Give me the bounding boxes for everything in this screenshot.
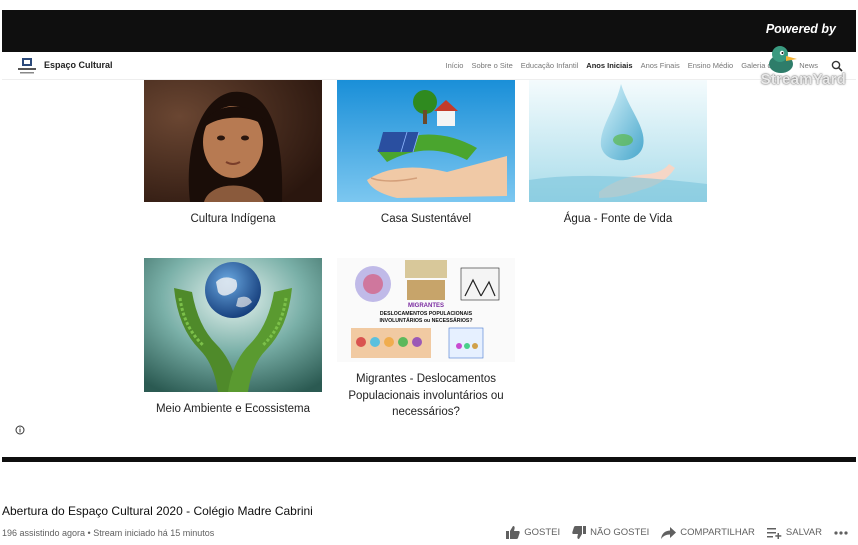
card-image[interactable] xyxy=(144,258,322,392)
nav-anos-iniciais[interactable]: Anos Iniciais xyxy=(586,61,632,70)
info-icon[interactable] xyxy=(15,425,25,435)
water-drop-hand-icon xyxy=(529,80,707,202)
site-nav-links: Início Sobre o Site Educação Infantil An… xyxy=(446,61,818,70)
site-navbar: Espaço Cultural Início Sobre o Site Educ… xyxy=(2,52,856,80)
card-image[interactable]: MIGRANTES DESLOCAMENTOS POPULACIONAIS IN… xyxy=(337,258,515,362)
like-button[interactable]: GOSTEI xyxy=(506,526,560,539)
video-actions: GOSTEI NÃO GOSTEI COMPARTILHAR SALVAR xyxy=(506,526,848,539)
card-migrantes[interactable]: MIGRANTES DESLOCAMENTOS POPULACIONAIS IN… xyxy=(337,258,515,421)
card-caption[interactable]: Água - Fonte de Vida xyxy=(529,211,707,228)
card-image[interactable] xyxy=(337,80,515,202)
playlist-add-icon xyxy=(766,527,782,539)
card-caption[interactable]: Cultura Indígena xyxy=(144,211,322,228)
more-horizontal-icon xyxy=(834,530,848,535)
card-image[interactable] xyxy=(529,80,707,202)
collage-line2: INVOLUNTÁRIOS ou NECESSÁRIOS? xyxy=(379,317,472,324)
card-caption[interactable]: Migrantes - Deslocamentos Populacionais … xyxy=(337,371,515,421)
streamyard-brand: StreamYard xyxy=(760,71,846,88)
school-logo-icon xyxy=(18,58,36,74)
website-frame: Espaço Cultural Início Sobre o Site Educ… xyxy=(2,52,856,457)
card-caption[interactable]: Meio Ambiente e Ecossistema xyxy=(144,401,322,418)
share-button[interactable]: COMPARTILHAR xyxy=(661,526,755,539)
card-agua[interactable]: Água - Fonte de Vida xyxy=(529,80,707,228)
nav-educacao-infantil[interactable]: Educação Infantil xyxy=(521,61,579,70)
thumbs-down-icon xyxy=(572,526,587,539)
nav-inicio[interactable]: Início xyxy=(446,61,464,70)
globe-in-leaf-hands-icon xyxy=(144,258,322,392)
share-label: COMPARTILHAR xyxy=(680,527,755,538)
migrants-collage-icon: MIGRANTES DESLOCAMENTOS POPULACIONAIS IN… xyxy=(337,258,515,362)
video-title: Abertura do Espaço Cultural 2020 - Colég… xyxy=(2,504,313,518)
collage-line1: DESLOCAMENTOS POPULACIONAIS xyxy=(380,311,473,317)
nav-sobre[interactable]: Sobre o Site xyxy=(471,61,512,70)
save-button[interactable]: SALVAR xyxy=(766,527,822,539)
save-label: SALVAR xyxy=(785,527,822,538)
thumbs-up-icon xyxy=(506,526,520,539)
card-meio-ambiente[interactable]: Meio Ambiente e Ecossistema xyxy=(144,258,322,418)
dislike-label: NÃO GOSTEI xyxy=(590,527,650,538)
nav-news[interactable]: News xyxy=(799,61,818,70)
nav-ensino-medio[interactable]: Ensino Médio xyxy=(688,61,733,70)
card-cultura-indigena[interactable]: Cultura Indígena xyxy=(144,80,322,228)
collage-heading: MIGRANTES xyxy=(408,303,444,309)
like-label: GOSTEI xyxy=(524,527,561,538)
card-casa-sustentavel[interactable]: Casa Sustentável xyxy=(337,80,515,228)
dislike-button[interactable]: NÃO GOSTEI xyxy=(572,526,649,539)
card-caption[interactable]: Casa Sustentável xyxy=(337,211,515,228)
more-actions-button[interactable] xyxy=(834,530,848,535)
video-meta: 196 assistindo agora • Stream iniciado h… xyxy=(2,528,215,538)
card-image[interactable] xyxy=(144,80,322,202)
nav-anos-finais[interactable]: Anos Finais xyxy=(641,61,680,70)
site-title[interactable]: Espaço Cultural xyxy=(44,60,113,70)
eco-house-in-hands-icon xyxy=(337,80,515,202)
youtube-watch-page: Espaço Cultural Início Sobre o Site Educ… xyxy=(0,0,858,545)
girl-portrait-icon xyxy=(144,80,322,202)
video-player[interactable]: Espaço Cultural Início Sobre o Site Educ… xyxy=(2,10,856,462)
powered-by-label: Powered by xyxy=(765,22,836,36)
share-arrow-icon xyxy=(661,526,677,539)
